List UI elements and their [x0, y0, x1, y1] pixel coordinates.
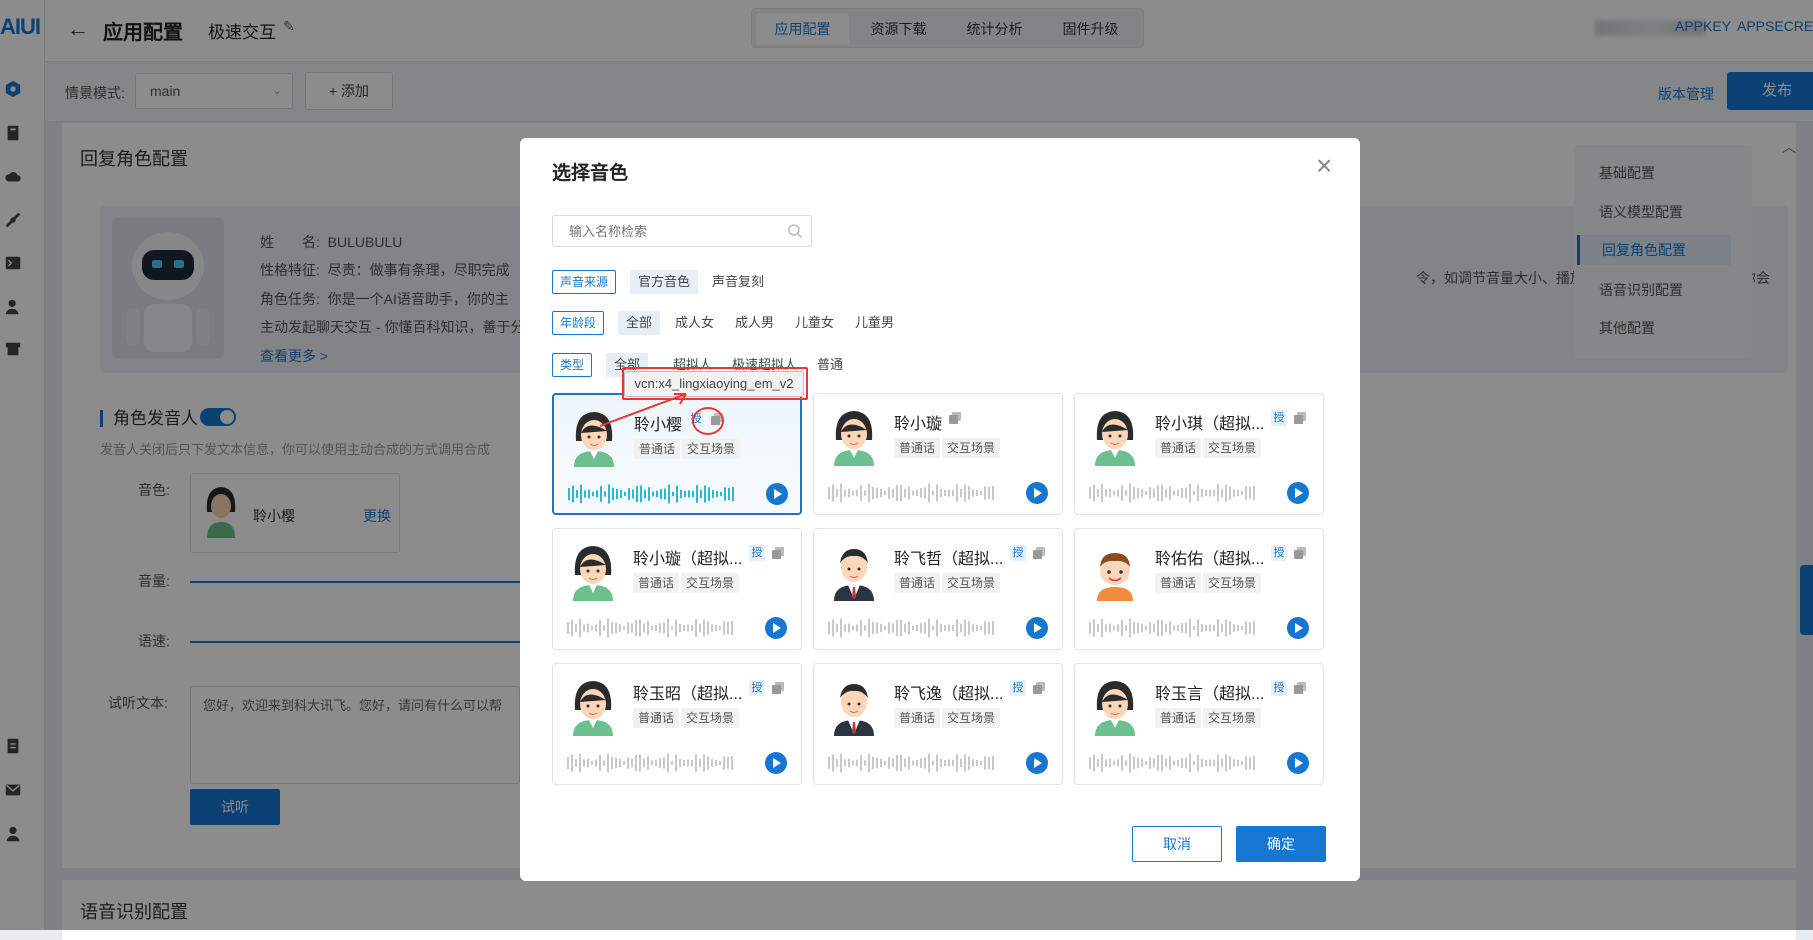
voice-tag: 交互场景	[942, 438, 1001, 458]
voice-tag: 普通话	[634, 439, 681, 459]
female-avatar	[573, 681, 613, 736]
voice-tag: 普通话	[894, 573, 941, 593]
child-avatar	[1097, 553, 1133, 601]
voice-name: 聆玉昭（超拟...	[633, 686, 743, 703]
copy-icon[interactable]	[1293, 681, 1307, 695]
voice-tag: 普通话	[633, 573, 680, 593]
voice-search-input[interactable]	[553, 216, 781, 246]
filter-age-all[interactable]: 全部	[618, 311, 661, 335]
filter-voice-clone[interactable]: 声音复刻	[704, 270, 772, 294]
authorized-badge: 授	[1271, 545, 1287, 561]
play-icon[interactable]	[1287, 482, 1309, 504]
voice-tag: 交互场景	[681, 573, 740, 593]
waveform	[1089, 483, 1255, 503]
voice-tag: 交互场景	[1203, 573, 1262, 593]
authorized-badge: 授	[1271, 410, 1287, 426]
voice-tag: 普通话	[894, 438, 941, 458]
play-icon[interactable]	[1287, 752, 1309, 774]
filter-official-voice[interactable]: 官方音色	[630, 270, 699, 294]
cancel-button[interactable]: 取消	[1132, 826, 1222, 862]
copy-icon[interactable]	[1032, 681, 1046, 695]
authorized-badge: 授	[749, 545, 765, 561]
voice-card[interactable]: 聆玉言（超拟... 授普通话 交互场景	[1074, 663, 1324, 785]
waveform	[567, 618, 733, 638]
voice-card[interactable]: 聆佑佑（超拟... 授普通话 交互场景	[1074, 528, 1324, 650]
filter-type-tag: 类型	[552, 353, 593, 377]
voice-tag: 普通话	[1155, 573, 1202, 593]
play-icon[interactable]	[765, 752, 787, 774]
voice-name: 聆小璇	[894, 416, 943, 433]
male-avatar	[834, 549, 874, 601]
voice-card[interactable]: 聆小璇（超拟... 授普通话 交互场景	[552, 528, 802, 650]
voice-name: 聆飞哲（超拟...	[894, 551, 1004, 568]
voice-name: 聆飞逸（超拟...	[894, 686, 1004, 703]
female-avatar	[834, 411, 874, 466]
voice-name: 聆玉言（超拟...	[1155, 686, 1265, 703]
confirm-button[interactable]: 确定	[1236, 826, 1326, 862]
voice-tag: 交互场景	[682, 439, 741, 459]
annotation-arrow	[599, 393, 687, 427]
play-icon[interactable]	[1287, 617, 1309, 639]
voice-tag: 普通话	[1155, 708, 1202, 728]
voice-search-box	[552, 215, 812, 247]
play-icon[interactable]	[1026, 752, 1048, 774]
male-avatar	[834, 684, 874, 736]
waveform	[1089, 618, 1255, 638]
authorized-badge: 授	[1010, 545, 1026, 561]
voice-name: 聆小琪（超拟...	[1155, 416, 1265, 433]
filter-adult-female[interactable]: 成人女	[667, 311, 722, 335]
voice-tag: 交互场景	[942, 573, 1001, 593]
authorized-badge: 授	[1271, 680, 1287, 696]
close-icon[interactable]: ×	[1316, 152, 1332, 180]
waveform	[1089, 753, 1255, 773]
search-icon[interactable]	[787, 223, 803, 239]
voice-card[interactable]: 聆小琪（超拟... 授普通话 交互场景	[1074, 393, 1324, 515]
voice-card[interactable]: 聆玉昭（超拟... 授普通话 交互场景	[552, 663, 802, 785]
voice-tag: 普通话	[1155, 438, 1202, 458]
authorized-badge: 授	[1010, 680, 1026, 696]
filter-adult-male[interactable]: 成人男	[727, 311, 782, 335]
voice-tag: 普通话	[894, 708, 941, 728]
play-icon[interactable]	[765, 617, 787, 639]
copy-icon[interactable]	[1293, 411, 1307, 425]
copy-icon[interactable]	[771, 546, 785, 560]
voice-card[interactable]: 聆小璇普通话 交互场景	[813, 393, 1063, 515]
filter-child-male[interactable]: 儿童男	[847, 311, 902, 335]
filter-child-female[interactable]: 儿童女	[787, 311, 842, 335]
female-avatar	[1095, 681, 1135, 736]
voice-tag: 交互场景	[1203, 438, 1262, 458]
play-icon[interactable]	[766, 483, 788, 505]
waveform	[828, 618, 994, 638]
play-icon[interactable]	[1026, 482, 1048, 504]
female-avatar	[1095, 411, 1135, 466]
voice-select-modal: 选择音色 × 声音来源 官方音色 声音复刻 年龄段 全部 成人女 成人男 儿童女…	[520, 138, 1360, 881]
waveform	[828, 483, 994, 503]
voice-tag: 交互场景	[681, 708, 740, 728]
waveform	[567, 753, 733, 773]
play-icon[interactable]	[1026, 617, 1048, 639]
filter-source-tag: 声音来源	[552, 270, 617, 294]
copy-icon[interactable]	[1293, 546, 1307, 560]
voice-name: 聆佑佑（超拟...	[1155, 551, 1265, 568]
modal-title: 选择音色	[552, 163, 629, 184]
voice-tag: 普通话	[633, 708, 680, 728]
waveform	[828, 753, 994, 773]
copy-icon[interactable]	[771, 681, 785, 695]
voice-name: 聆小璇（超拟...	[633, 551, 743, 568]
voice-tag: 交互场景	[1203, 708, 1262, 728]
female-avatar	[573, 546, 613, 601]
filter-type-normal[interactable]: 普通	[809, 353, 851, 377]
filter-age-tag: 年龄段	[552, 311, 605, 335]
copy-icon[interactable]	[1032, 546, 1046, 560]
voice-tag: 交互场景	[942, 708, 1001, 728]
voice-card[interactable]: 聆飞哲（超拟... 授普通话 交互场景	[813, 528, 1063, 650]
waveform	[568, 484, 734, 504]
copy-icon[interactable]	[948, 411, 962, 425]
voice-card[interactable]: 聆飞逸（超拟... 授普通话 交互场景	[813, 663, 1063, 785]
authorized-badge: 授	[749, 680, 765, 696]
